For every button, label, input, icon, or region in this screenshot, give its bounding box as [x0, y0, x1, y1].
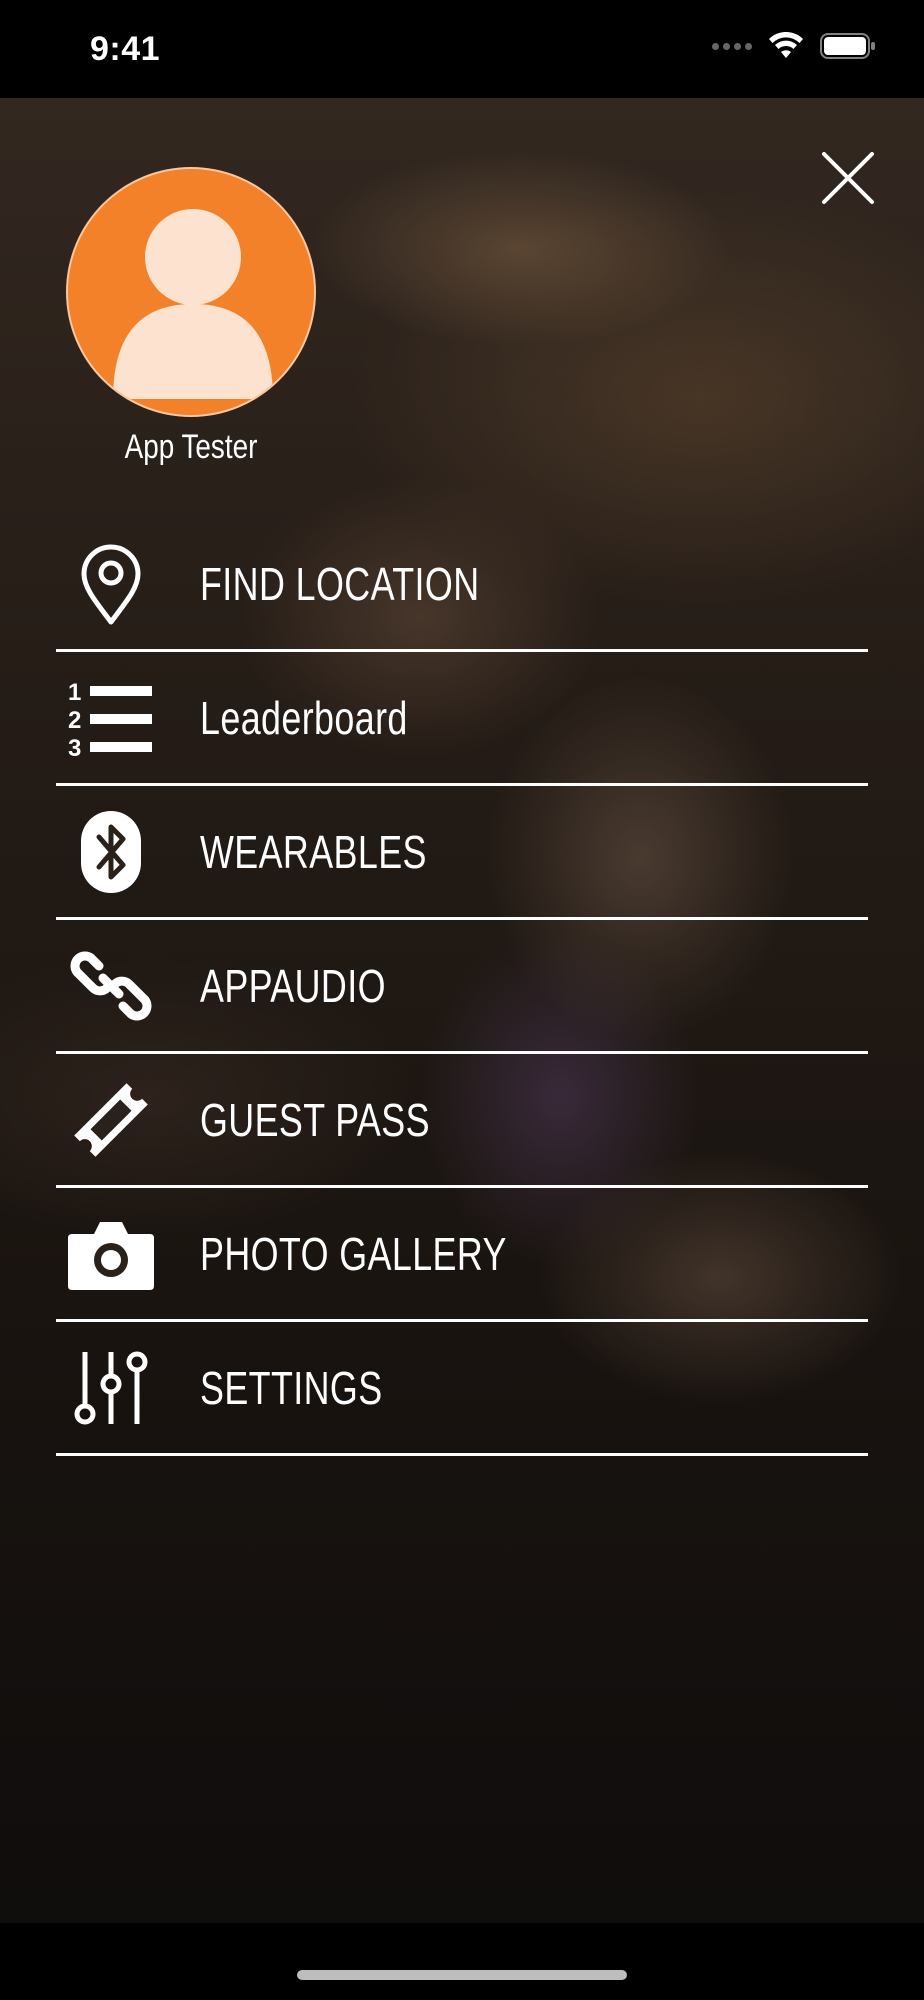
cellular-signal-icon [712, 42, 752, 50]
menu-item-find-location[interactable]: FIND LOCATION [56, 518, 868, 652]
svg-text:3: 3 [68, 735, 81, 760]
bottom-bar [0, 1923, 924, 2000]
svg-text:2: 2 [68, 707, 81, 734]
menu-item-label: GUEST PASS [200, 1093, 430, 1146]
location-pin-icon [66, 539, 156, 629]
wifi-icon [769, 32, 803, 58]
camera-icon [66, 1209, 156, 1299]
user-name: App Tester [124, 428, 258, 466]
link-icon [66, 941, 156, 1031]
user-icon [113, 209, 273, 399]
avatar[interactable] [66, 167, 316, 417]
menu-item-wearables[interactable]: WEARABLES [56, 786, 868, 920]
menu-item-label: Leaderboard [200, 691, 408, 744]
menu-item-label: FIND LOCATION [200, 557, 480, 610]
menu-item-label: WEARABLES [200, 825, 427, 878]
status-indicators [712, 32, 876, 60]
menu-item-appaudio[interactable]: APPAUDIO [56, 920, 868, 1054]
side-menu: FIND LOCATION 1 2 3 Leaderboard WEARABLE… [56, 518, 868, 1456]
close-button[interactable] [820, 150, 876, 206]
battery-icon [820, 33, 875, 59]
status-bar: 9:41 [0, 0, 924, 98]
ticket-icon [66, 1075, 156, 1165]
menu-item-label: SETTINGS [200, 1361, 383, 1414]
menu-item-guest-pass[interactable]: GUEST PASS [56, 1054, 868, 1188]
sliders-icon [66, 1343, 156, 1433]
menu-item-leaderboard[interactable]: 1 2 3 Leaderboard [56, 652, 868, 786]
status-time: 9:41 [90, 30, 161, 68]
bluetooth-icon [66, 807, 156, 897]
menu-item-label: PHOTO GALLERY [200, 1227, 507, 1280]
home-indicator[interactable] [297, 1970, 627, 1980]
numbered-list-icon: 1 2 3 [66, 673, 156, 763]
close-icon [822, 152, 874, 204]
svg-text:1: 1 [68, 679, 81, 706]
menu-item-photo-gallery[interactable]: PHOTO GALLERY [56, 1188, 868, 1322]
menu-item-label: APPAUDIO [200, 959, 386, 1012]
menu-item-settings[interactable]: SETTINGS [56, 1322, 868, 1456]
